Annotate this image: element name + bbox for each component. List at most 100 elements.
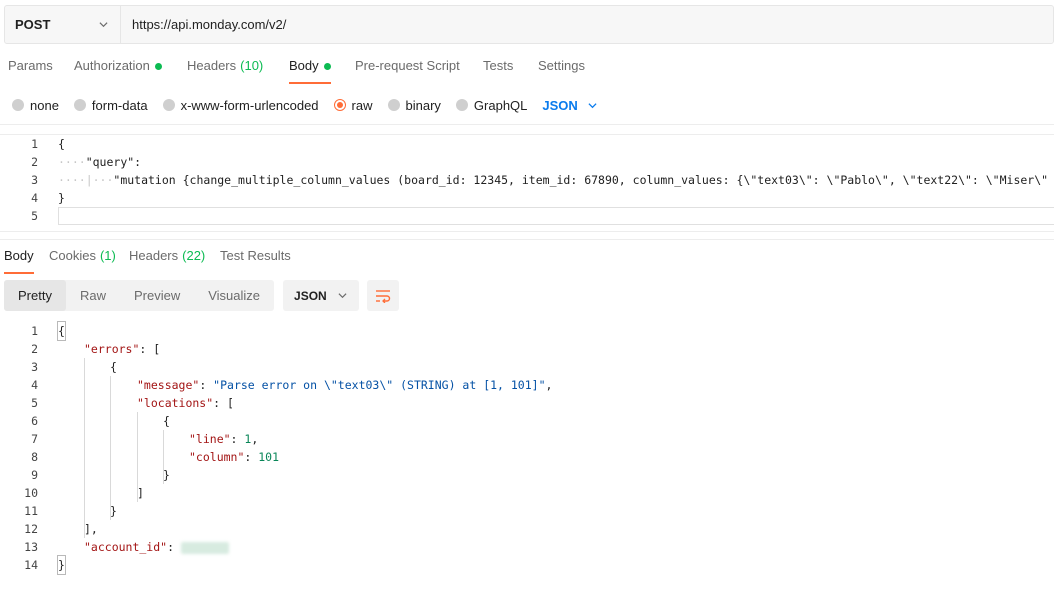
code-line: 5	[0, 207, 1054, 225]
json-number: 1	[244, 432, 252, 446]
tab-body[interactable]: Body	[281, 58, 339, 84]
line-number: 13	[24, 540, 38, 554]
response-tab-body[interactable]: Body	[0, 248, 42, 274]
radio-binary[interactable]: binary	[387, 98, 441, 113]
tab-tests[interactable]: Tests	[475, 58, 521, 84]
line-number: 9	[31, 468, 38, 482]
tab-headers[interactable]: Headers (10)	[179, 58, 271, 84]
radio-urlencoded[interactable]: x-www-form-urlencoded	[162, 98, 319, 113]
code-line: 10]	[0, 484, 1054, 502]
divider	[0, 124, 1054, 125]
response-format-select[interactable]: JSON	[283, 280, 360, 311]
tab-settings[interactable]: Settings	[530, 58, 593, 84]
method-label: POST	[15, 17, 51, 32]
tab-body-label: Body	[289, 58, 319, 73]
json-number: 101	[258, 450, 280, 464]
json-punct: : [	[213, 396, 234, 410]
code-text: "column": 101	[189, 450, 280, 464]
view-preview[interactable]: Preview	[120, 280, 194, 311]
line-number: 2	[31, 342, 38, 356]
tab-settings-label: Settings	[538, 58, 585, 73]
json-key: "line"	[189, 432, 231, 446]
json-key: "errors"	[84, 342, 140, 356]
code-text: "account_id":	[84, 538, 229, 556]
line-number: 6	[31, 414, 38, 428]
view-raw[interactable]: Raw	[66, 280, 120, 311]
tab-params-label: Params	[8, 58, 53, 73]
tab-pre-request-script[interactable]: Pre-request Script	[347, 58, 468, 84]
radio-none[interactable]: none	[12, 98, 59, 113]
code-text: {	[58, 137, 65, 151]
line-number: 10	[24, 486, 38, 500]
tab-params[interactable]: Params	[0, 58, 61, 84]
radio-form-data[interactable]: form-data	[73, 97, 148, 113]
code-line: 1{	[0, 135, 1054, 153]
line-number: 5	[31, 396, 38, 410]
radio-form-data-label: form-data	[91, 97, 148, 113]
code-line: 13 "account_id":	[0, 538, 1054, 556]
chevron-down-icon	[338, 293, 347, 299]
response-tab-strip: Body Cookies (1) Headers (22) Test Results	[0, 248, 400, 274]
radio-none-label: none	[30, 97, 59, 113]
code-text: }	[110, 504, 117, 518]
body-language-select[interactable]: JSON	[542, 98, 597, 113]
response-tab-headers[interactable]: Headers (22)	[121, 248, 213, 274]
view-mode-segmented: Pretty Raw Preview Visualize	[4, 280, 275, 311]
json-key: "account_id"	[84, 540, 168, 554]
tab-authorization[interactable]: Authorization	[66, 58, 170, 84]
response-body-viewer[interactable]: 1{ 2 "errors": [ 3{ 4 "message": "Parse er…	[0, 321, 1054, 582]
response-format-label: JSON	[294, 288, 327, 303]
code-line: 2 "errors": [	[0, 340, 1054, 358]
chevron-down-icon	[588, 102, 597, 108]
view-pretty[interactable]: Pretty	[4, 280, 66, 311]
radio-icon	[455, 99, 468, 111]
line-number: 11	[24, 504, 38, 518]
json-string: "mutation {change_multiple_column_values…	[113, 173, 1054, 187]
response-tab-body-label: Body	[4, 248, 34, 263]
radio-icon	[387, 99, 400, 111]
method-select[interactable]: POST	[5, 6, 121, 43]
json-key: "query"	[85, 155, 135, 169]
tab-headers-label: Headers	[187, 58, 237, 73]
code-text: }	[58, 191, 65, 205]
code-text: }	[163, 468, 170, 482]
line-number: 4	[31, 378, 38, 392]
response-tab-test-results-label: Test Results	[220, 248, 291, 263]
code-line: 14}	[0, 555, 1054, 575]
request-body-editor[interactable]: 1{ 2 ····"query": 3 ····|···"mutation {cha…	[0, 134, 1054, 232]
tab-pre-request-label: Pre-request Script	[355, 58, 460, 73]
response-headers-count: (22)	[182, 248, 206, 263]
json-string: "Parse error on \"text03\" (STRING) at […	[213, 378, 546, 392]
code-text: ····"query":	[58, 155, 142, 169]
line-number: 8	[31, 450, 38, 464]
code-text: {	[163, 414, 170, 428]
body-type-selector: none form-data x-www-form-urlencoded raw…	[12, 96, 597, 114]
tab-authorization-label: Authorization	[74, 58, 150, 73]
view-preview-label: Preview	[133, 288, 181, 303]
headers-count: (10)	[240, 58, 264, 73]
radio-graphql[interactable]: GraphQL	[455, 98, 527, 113]
request-url-bar: POST https://api.monday.com/v2/	[4, 5, 1054, 44]
radio-selected-icon	[333, 99, 346, 111]
url-input[interactable]: https://api.monday.com/v2/	[121, 6, 1053, 43]
json-key: "column"	[189, 450, 245, 464]
line-number: 12	[24, 522, 38, 536]
code-line: 1{	[0, 321, 1054, 341]
json-key: "locations"	[137, 396, 214, 410]
wrap-lines-button[interactable]	[367, 280, 400, 311]
line-number: 3	[31, 360, 38, 374]
code-text: "errors": [	[84, 340, 160, 358]
url-text: https://api.monday.com/v2/	[132, 17, 287, 32]
view-pretty-label: Pretty	[18, 288, 52, 303]
status-dot-icon	[154, 63, 162, 70]
line-number: 2	[31, 155, 38, 169]
view-visualize[interactable]: Visualize	[194, 280, 274, 311]
response-tab-cookies[interactable]: Cookies (1)	[41, 248, 124, 274]
status-dot-icon	[323, 63, 331, 70]
code-text: ],	[84, 522, 98, 536]
response-tab-test-results[interactable]: Test Results	[212, 248, 299, 274]
code-line: 8 "column": 101	[0, 448, 1054, 466]
line-number: 1	[31, 324, 38, 338]
line-number: 1	[31, 137, 38, 151]
radio-raw[interactable]: raw	[333, 98, 373, 113]
